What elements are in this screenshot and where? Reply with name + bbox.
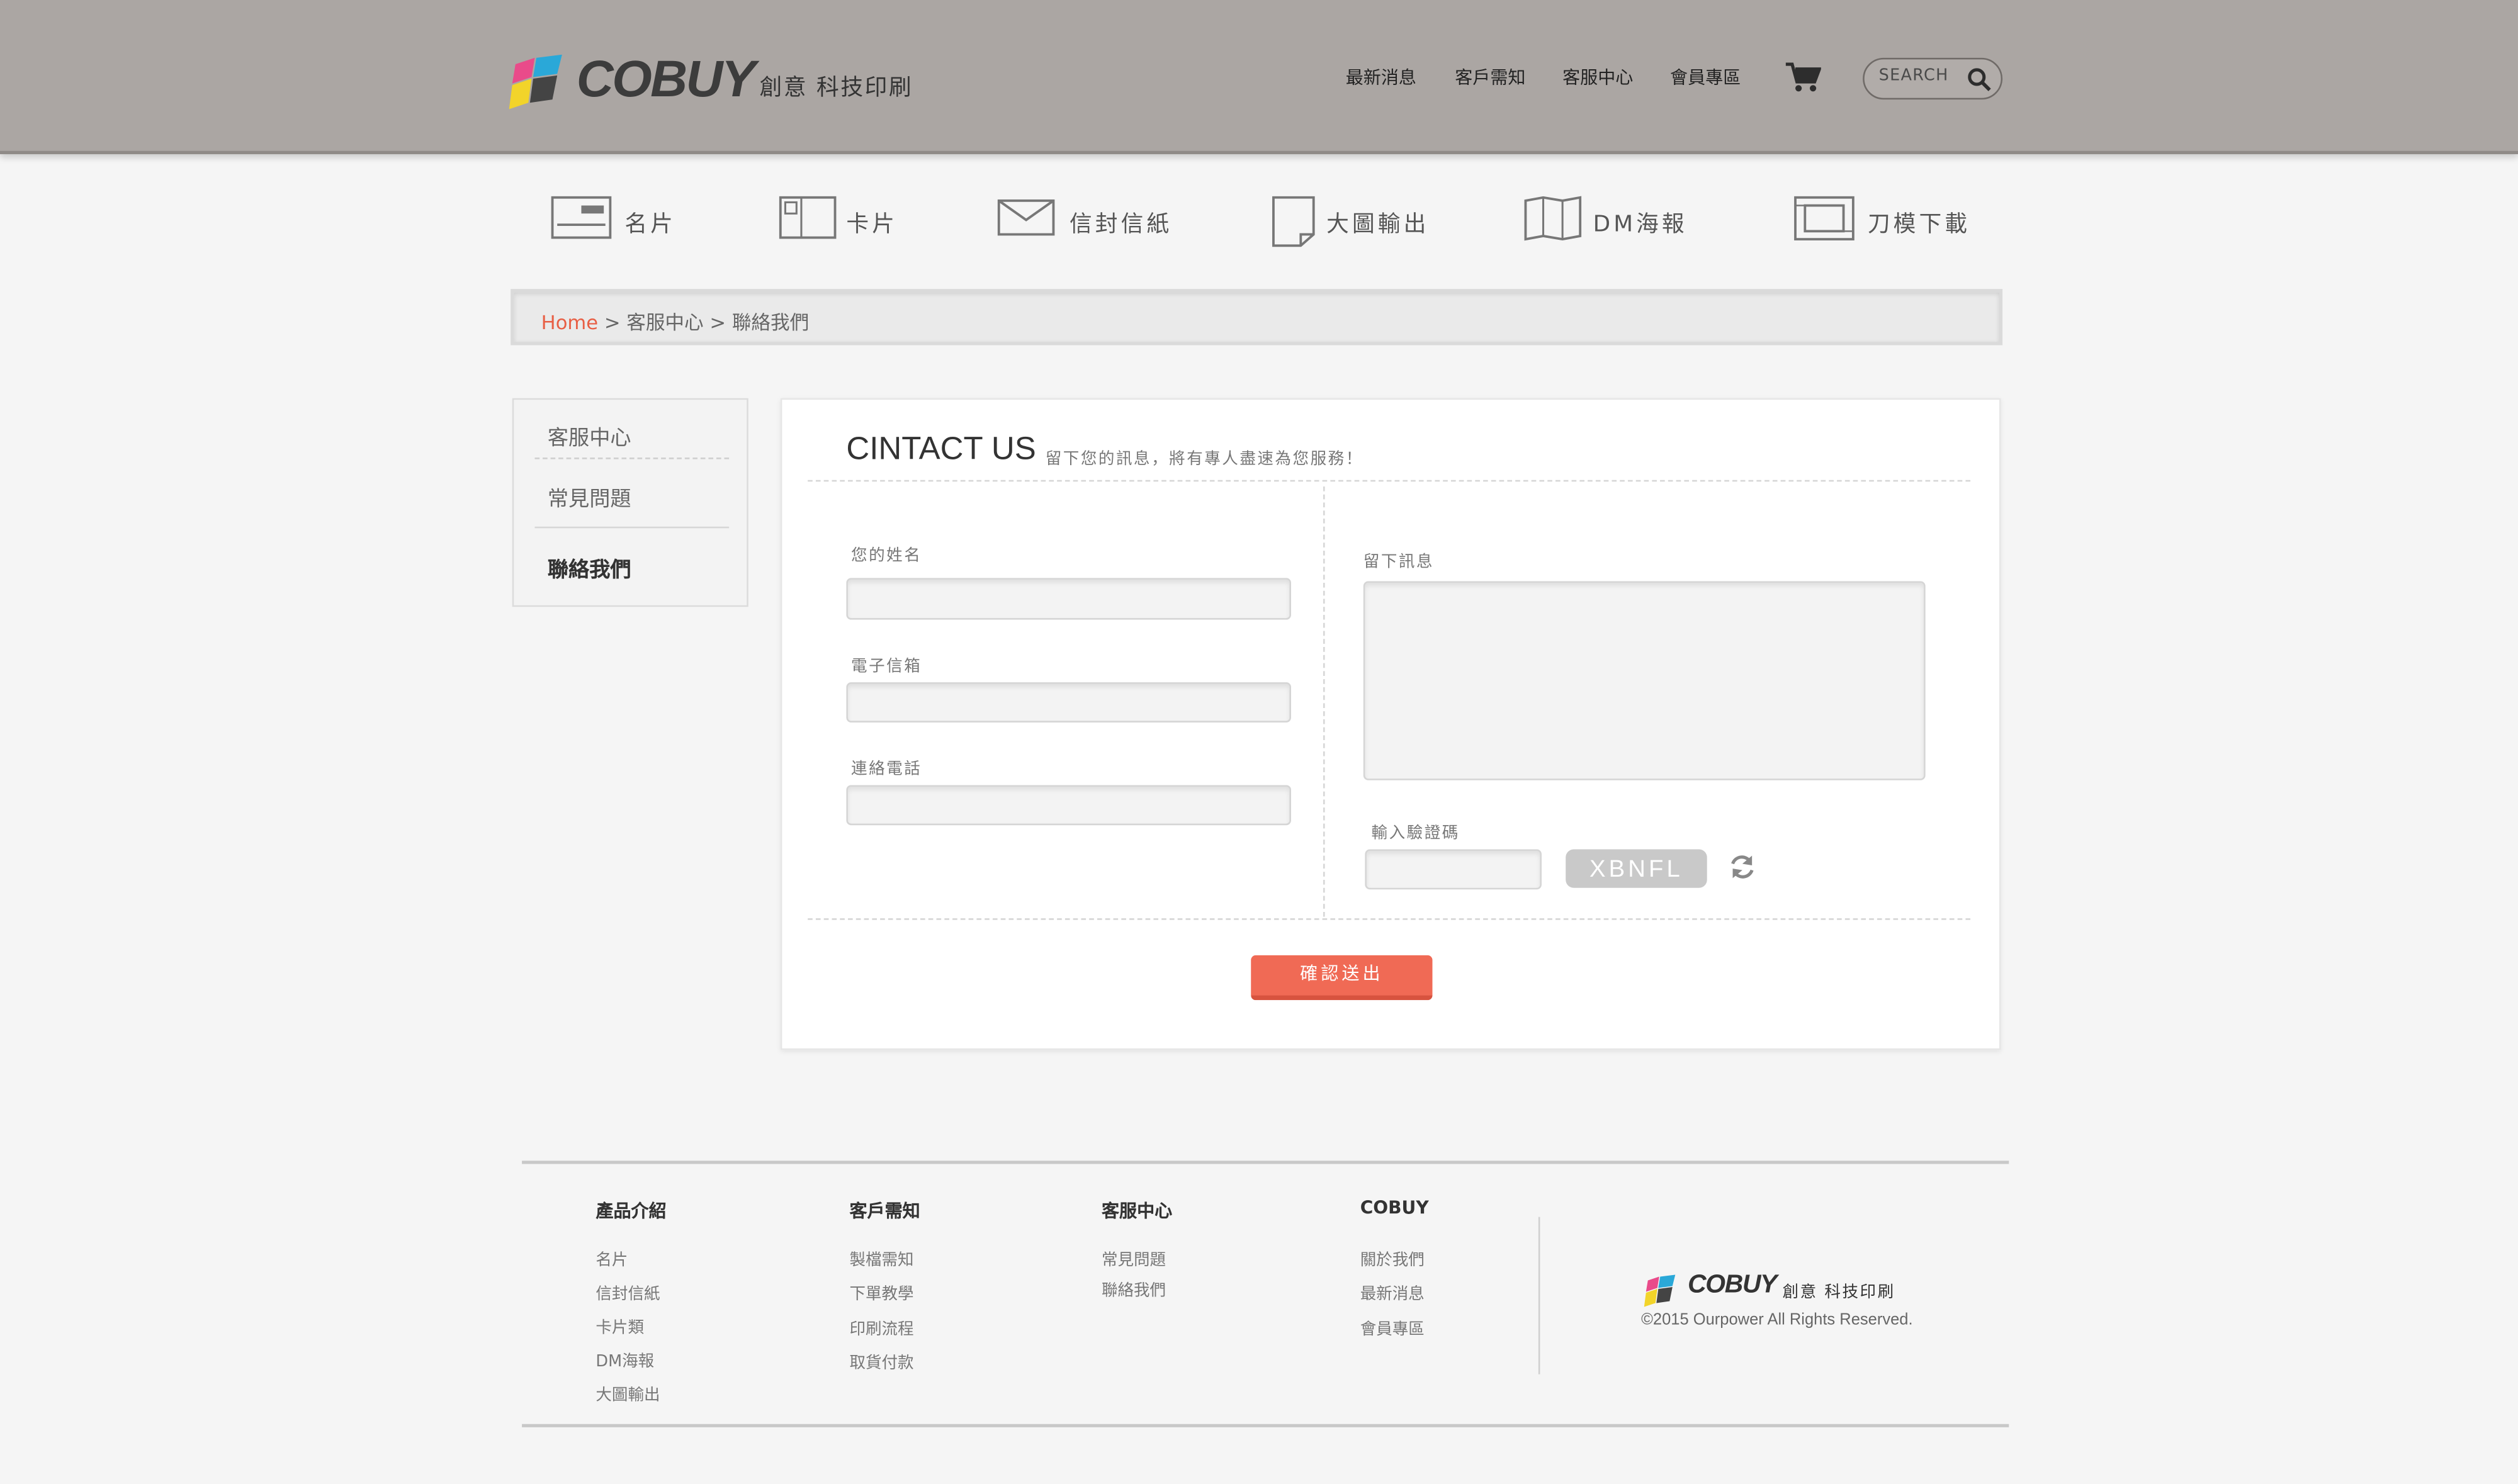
form-divider-middle xyxy=(1323,486,1325,917)
breadcrumb-service-center[interactable]: 客服中心 xyxy=(626,312,703,334)
footer-link[interactable]: 會員專區 xyxy=(1360,1315,1425,1339)
name-label: 您的姓名 xyxy=(851,547,922,565)
folded-brochure-icon xyxy=(1524,196,1582,241)
logo-mark-icon xyxy=(509,54,562,110)
nav-service-center[interactable]: 客服中心 xyxy=(1562,64,1633,90)
poster-sheet-icon xyxy=(1272,196,1315,247)
footer-link[interactable]: 大圖輸出 xyxy=(596,1381,660,1405)
business-card-icon xyxy=(551,196,612,239)
footer-col-title: 產品介紹 xyxy=(596,1201,667,1222)
site-logo[interactable]: COBUY 創意 科技印刷 xyxy=(509,50,927,113)
form-divider-top xyxy=(808,480,1971,482)
page-subtitle: 留下您的訊息，將有專人盡速為您服務！ xyxy=(1045,451,1363,469)
footer-logo-text: COBUY xyxy=(1688,1271,1777,1299)
footer-top-line xyxy=(522,1161,2009,1164)
die-cut-icon xyxy=(1794,196,1855,241)
category-label: 名片 xyxy=(624,211,676,238)
logo-mark-icon xyxy=(1644,1274,1676,1307)
form-divider-bottom xyxy=(808,918,1971,920)
cart-icon[interactable] xyxy=(1785,61,1821,93)
logo-text: COBUY xyxy=(576,50,756,108)
contact-panel: CINTACT US 留下您的訊息，將有專人盡速為您服務！ 您的姓名 電子信箱 … xyxy=(780,398,2001,1050)
email-label: 電子信箱 xyxy=(851,658,922,676)
sidebar-heading[interactable]: 客服中心 xyxy=(548,420,631,451)
footer-link[interactable]: 下單教學 xyxy=(849,1279,913,1303)
submit-button[interactable]: 確認送出 xyxy=(1251,955,1433,1001)
name-field[interactable] xyxy=(846,578,1292,620)
footer-link[interactable]: 聯絡我們 xyxy=(1102,1276,1166,1300)
phone-label: 連絡電話 xyxy=(851,761,922,779)
footer-link[interactable]: 取貨付款 xyxy=(849,1349,913,1373)
message-textarea[interactable] xyxy=(1363,581,1926,780)
breadcrumb-separator: > xyxy=(703,311,732,334)
footer-logo[interactable]: COBUY 創意 科技印刷 xyxy=(1643,1271,1964,1310)
captcha-label: 輸入驗證碼 xyxy=(1371,825,1460,843)
category-label: 大圖輸出 xyxy=(1326,211,1430,238)
nav-latest-news[interactable]: 最新消息 xyxy=(1346,64,1416,90)
captcha-input[interactable] xyxy=(1365,849,1542,890)
page-title: CINTACT US xyxy=(846,432,1036,468)
footer-col-title: 客戶需知 xyxy=(849,1201,920,1222)
footer-link[interactable]: 信封信紙 xyxy=(596,1279,660,1303)
nav-member-area[interactable]: 會員專區 xyxy=(1670,64,1741,90)
category-label: 刀模下載 xyxy=(1867,211,1971,238)
footer-link[interactable]: 卡片類 xyxy=(596,1313,644,1337)
footer-link[interactable]: 名片 xyxy=(596,1246,628,1270)
captcha-code: XBNFL xyxy=(1589,855,1683,884)
envelope-icon xyxy=(997,199,1055,236)
card-icon xyxy=(779,196,837,239)
copyright: ©2015 Ourpower All Rights Reserved. xyxy=(1641,1312,1913,1330)
footer-link[interactable]: 製檔需知 xyxy=(849,1246,913,1270)
sidebar-divider xyxy=(534,526,730,529)
refresh-icon[interactable] xyxy=(1728,853,1757,882)
logo-subtitle: 創意 科技印刷 xyxy=(759,75,913,101)
sidebar-divider xyxy=(534,458,730,459)
breadcrumb-current: 聯絡我們 xyxy=(731,311,810,334)
breadcrumb: Home > 客服中心 > 聯絡我們 xyxy=(511,289,2003,346)
category-nav: 名片 卡片 信封信紙 大圖輸出 DM海報 刀模下載 xyxy=(0,193,2518,257)
sidebar: 客服中心 常見問題 聯絡我們 xyxy=(512,398,748,607)
captcha-image: XBNFL xyxy=(1566,849,1707,888)
message-label: 留下訊息 xyxy=(1363,554,1435,572)
footer-col-title: 客服中心 xyxy=(1101,1201,1173,1222)
footer-link[interactable]: 最新消息 xyxy=(1360,1279,1425,1303)
footer-link[interactable]: 關於我們 xyxy=(1360,1246,1425,1270)
search-box[interactable]: SEARCH xyxy=(1863,57,2003,100)
footer-link[interactable]: 印刷流程 xyxy=(849,1315,913,1339)
category-label: DM海報 xyxy=(1593,211,1688,238)
footer-divider xyxy=(1538,1217,1540,1374)
sidebar-item-faq[interactable]: 常見問題 xyxy=(548,481,631,512)
phone-field[interactable] xyxy=(846,785,1292,826)
email-field[interactable] xyxy=(846,682,1292,722)
category-label: 信封信紙 xyxy=(1069,211,1173,238)
footer-bottom-line xyxy=(522,1424,2009,1427)
breadcrumb-separator: > xyxy=(598,311,627,334)
nav-customer-info[interactable]: 客戶需知 xyxy=(1455,64,1525,90)
sidebar-item-contact[interactable]: 聯絡我們 xyxy=(548,553,631,583)
breadcrumb-home[interactable]: Home xyxy=(541,312,598,334)
category-label: 卡片 xyxy=(846,211,898,238)
footer-link[interactable]: 常見問題 xyxy=(1102,1246,1166,1270)
search-input[interactable]: SEARCH xyxy=(1879,67,1949,85)
footer-col-title: COBUY xyxy=(1360,1198,1429,1219)
footer-logo-subtitle: 創意 科技印刷 xyxy=(1782,1284,1895,1302)
site-header: COBUY 創意 科技印刷 最新消息 客戶需知 客服中心 會員專區 SEARCH xyxy=(0,0,2518,154)
search-icon[interactable] xyxy=(1967,67,1991,91)
footer-link[interactable]: DM海報 xyxy=(596,1347,654,1371)
